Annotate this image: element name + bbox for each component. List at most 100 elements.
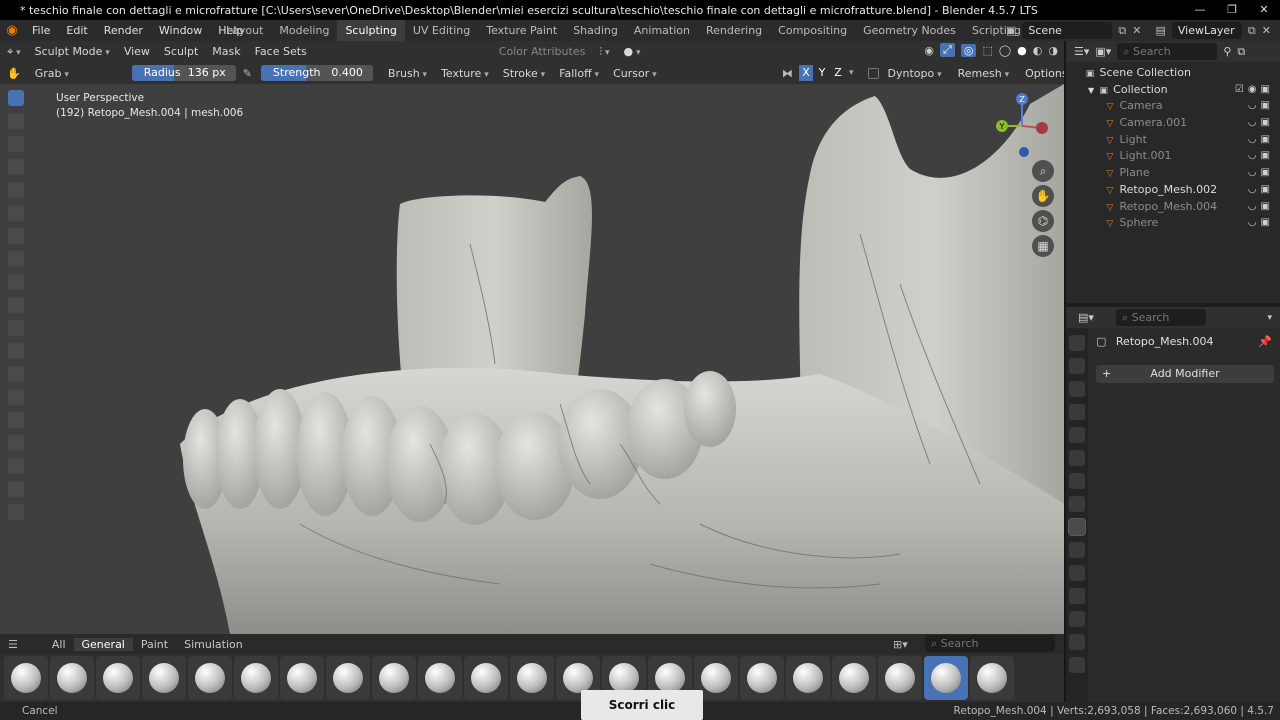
brush-asset-tile[interactable]: [418, 656, 462, 700]
outliner-item[interactable]: ▽ Light.001 ◡▣: [1066, 148, 1280, 165]
menu-file[interactable]: File: [24, 24, 58, 37]
close-button[interactable]: ✕: [1248, 0, 1280, 20]
zoom-icon[interactable]: ⌕: [1032, 160, 1054, 182]
overlays-icon[interactable]: ◎: [960, 43, 977, 57]
camera-view-icon[interactable]: ⌬: [1032, 210, 1054, 232]
physics-properties-tab-icon[interactable]: [1069, 565, 1085, 581]
color-filter-tool-icon[interactable]: [8, 343, 24, 359]
menu-remesh[interactable]: Remesh: [951, 67, 1017, 80]
strength-slider[interactable]: Strength 0.400: [260, 65, 373, 81]
menu-window[interactable]: Window: [151, 24, 210, 37]
modifier-properties-tab-icon[interactable]: [1068, 518, 1086, 536]
visibility-icon[interactable]: ◉: [924, 44, 934, 57]
menu-cursor[interactable]: Cursor: [606, 67, 664, 80]
outliner-item-visibility-icons[interactable]: ◡▣: [1248, 148, 1274, 165]
menu-sculpt[interactable]: Sculpt: [157, 45, 205, 58]
outliner-item-visibility-icons[interactable]: ◡▣: [1248, 115, 1274, 132]
outliner-item[interactable]: ▽ Camera.001 ◡▣: [1066, 115, 1280, 132]
menu-render[interactable]: Render: [96, 24, 151, 37]
clay-strips-tool-icon[interactable]: [8, 159, 24, 175]
menu-face-sets[interactable]: Face Sets: [248, 45, 314, 58]
brush-asset-tile[interactable]: [464, 656, 508, 700]
particles-properties-tab-icon[interactable]: [1069, 542, 1085, 558]
view-layer-field[interactable]: ViewLayer: [1171, 22, 1242, 39]
tab-layout[interactable]: Layout: [218, 20, 271, 41]
transform-tool-icon[interactable]: [8, 481, 24, 497]
dot-icon[interactable]: ●: [616, 45, 647, 58]
brush-asset-tile[interactable]: [4, 656, 48, 700]
constraints-properties-tab-icon[interactable]: [1069, 588, 1085, 604]
outliner-item-visibility-icons[interactable]: ◡▣: [1248, 165, 1274, 182]
delete-scene-icon[interactable]: ✕: [1132, 24, 1141, 37]
menu-mask[interactable]: Mask: [205, 45, 247, 58]
outliner-item-visibility-icons[interactable]: ◡▣: [1248, 215, 1274, 232]
shelf-search-input[interactable]: ⌕ Search: [925, 635, 1055, 652]
menu-edit[interactable]: Edit: [58, 24, 95, 37]
collection-properties-tab-icon[interactable]: [1069, 473, 1085, 489]
collection-visibility-icons[interactable]: ☑◉▣: [1235, 82, 1274, 99]
line-project-tool-icon[interactable]: [8, 274, 24, 290]
outliner-search-input[interactable]: ⌕ Search: [1117, 43, 1218, 60]
view-layer-properties-tab-icon[interactable]: [1069, 404, 1085, 420]
material-properties-tab-icon[interactable]: [1069, 634, 1085, 650]
tab-texture-paint[interactable]: Texture Paint: [478, 20, 565, 41]
outliner-item[interactable]: ▽ Plane ◡▣: [1066, 165, 1280, 182]
trim-tool-icon[interactable]: [8, 251, 24, 267]
menu-texture[interactable]: Texture: [434, 67, 496, 80]
outliner-item-visibility-icons[interactable]: ◡▣: [1248, 199, 1274, 216]
collection-expand-icon[interactable]: ▼: [1088, 86, 1094, 95]
outliner-item[interactable]: ▽ Light ◡▣: [1066, 132, 1280, 149]
symmetry-y-button[interactable]: Y: [815, 65, 829, 81]
brush-asset-tile[interactable]: [234, 656, 278, 700]
outliner-editor-icon[interactable]: ☰▾: [1074, 45, 1089, 58]
sculpt-mesh-jaw[interactable]: [0, 84, 1064, 634]
cloth-filter-tool-icon[interactable]: [8, 320, 24, 336]
tab-shading[interactable]: Shading: [565, 20, 626, 41]
gizmo-neg-z-axis[interactable]: [1019, 147, 1029, 157]
brush-asset-tile[interactable]: [510, 656, 554, 700]
solid-shading-icon[interactable]: ●: [1017, 44, 1027, 57]
outliner-funnel-icon[interactable]: ⚲: [1223, 45, 1231, 58]
brush-asset-tile[interactable]: [924, 656, 968, 700]
shelf-menu-icon[interactable]: ☰: [0, 638, 26, 651]
rotate-tool-icon[interactable]: [8, 435, 24, 451]
outliner-item-visibility-icons[interactable]: ◡▣: [1248, 132, 1274, 149]
brush-asset-tile[interactable]: [188, 656, 232, 700]
clay-tool-icon[interactable]: [8, 136, 24, 152]
rendered-shading-icon[interactable]: ◑: [1048, 44, 1058, 57]
brush-asset-tile[interactable]: [280, 656, 324, 700]
brush-asset-tile[interactable]: [326, 656, 370, 700]
data-properties-tab-icon[interactable]: [1069, 611, 1085, 627]
xray-icon[interactable]: ⬚: [982, 44, 992, 57]
pressure-pen-icon[interactable]: ✎: [236, 67, 259, 80]
symmetry-x-button[interactable]: X: [799, 65, 813, 81]
box-mask-tool-icon[interactable]: [8, 182, 24, 198]
new-scene-icon[interactable]: ⧉: [1118, 24, 1126, 38]
3d-viewport[interactable]: User Perspective (192) Retopo_Mesh.004 |…: [0, 84, 1064, 634]
menu-dyntopo[interactable]: Dyntopo: [881, 67, 949, 80]
shelf-display-icon[interactable]: ⊞▾: [893, 638, 908, 651]
dyntopo-checkbox[interactable]: [867, 67, 879, 79]
shelf-tab-simulation[interactable]: Simulation: [176, 638, 251, 651]
mask-by-color-tool-icon[interactable]: [8, 389, 24, 405]
outliner-collection[interactable]: ▼ ▣ Collection ☑◉▣: [1066, 82, 1280, 99]
attribute-icon[interactable]: ⫶: [592, 45, 616, 59]
brush-asset-tile[interactable]: [832, 656, 876, 700]
symmetry-options-icon[interactable]: ▾: [849, 68, 854, 78]
annotate-tool-icon[interactable]: [8, 504, 24, 520]
new-collection-icon[interactable]: ⧉: [1237, 45, 1245, 59]
blender-logo-icon[interactable]: ◉: [0, 23, 24, 38]
tab-uv-editing[interactable]: UV Editing: [405, 20, 478, 41]
tool-properties-tab-icon[interactable]: [1069, 335, 1085, 351]
pin-icon[interactable]: 📌: [1258, 335, 1272, 348]
render-properties-tab-icon[interactable]: [1069, 358, 1085, 374]
brush-asset-tile[interactable]: [740, 656, 784, 700]
wireframe-shading-icon[interactable]: ◯: [999, 44, 1011, 57]
brush-asset-tile[interactable]: [372, 656, 416, 700]
mesh-filter-tool-icon[interactable]: [8, 297, 24, 313]
menu-falloff[interactable]: Falloff: [552, 67, 606, 80]
gizmo-x-axis[interactable]: [1036, 122, 1048, 134]
outliner-filter-icon[interactable]: ▣▾: [1095, 45, 1111, 58]
scene-properties-tab-icon[interactable]: [1069, 427, 1085, 443]
scene-field[interactable]: Scene: [1022, 22, 1113, 39]
